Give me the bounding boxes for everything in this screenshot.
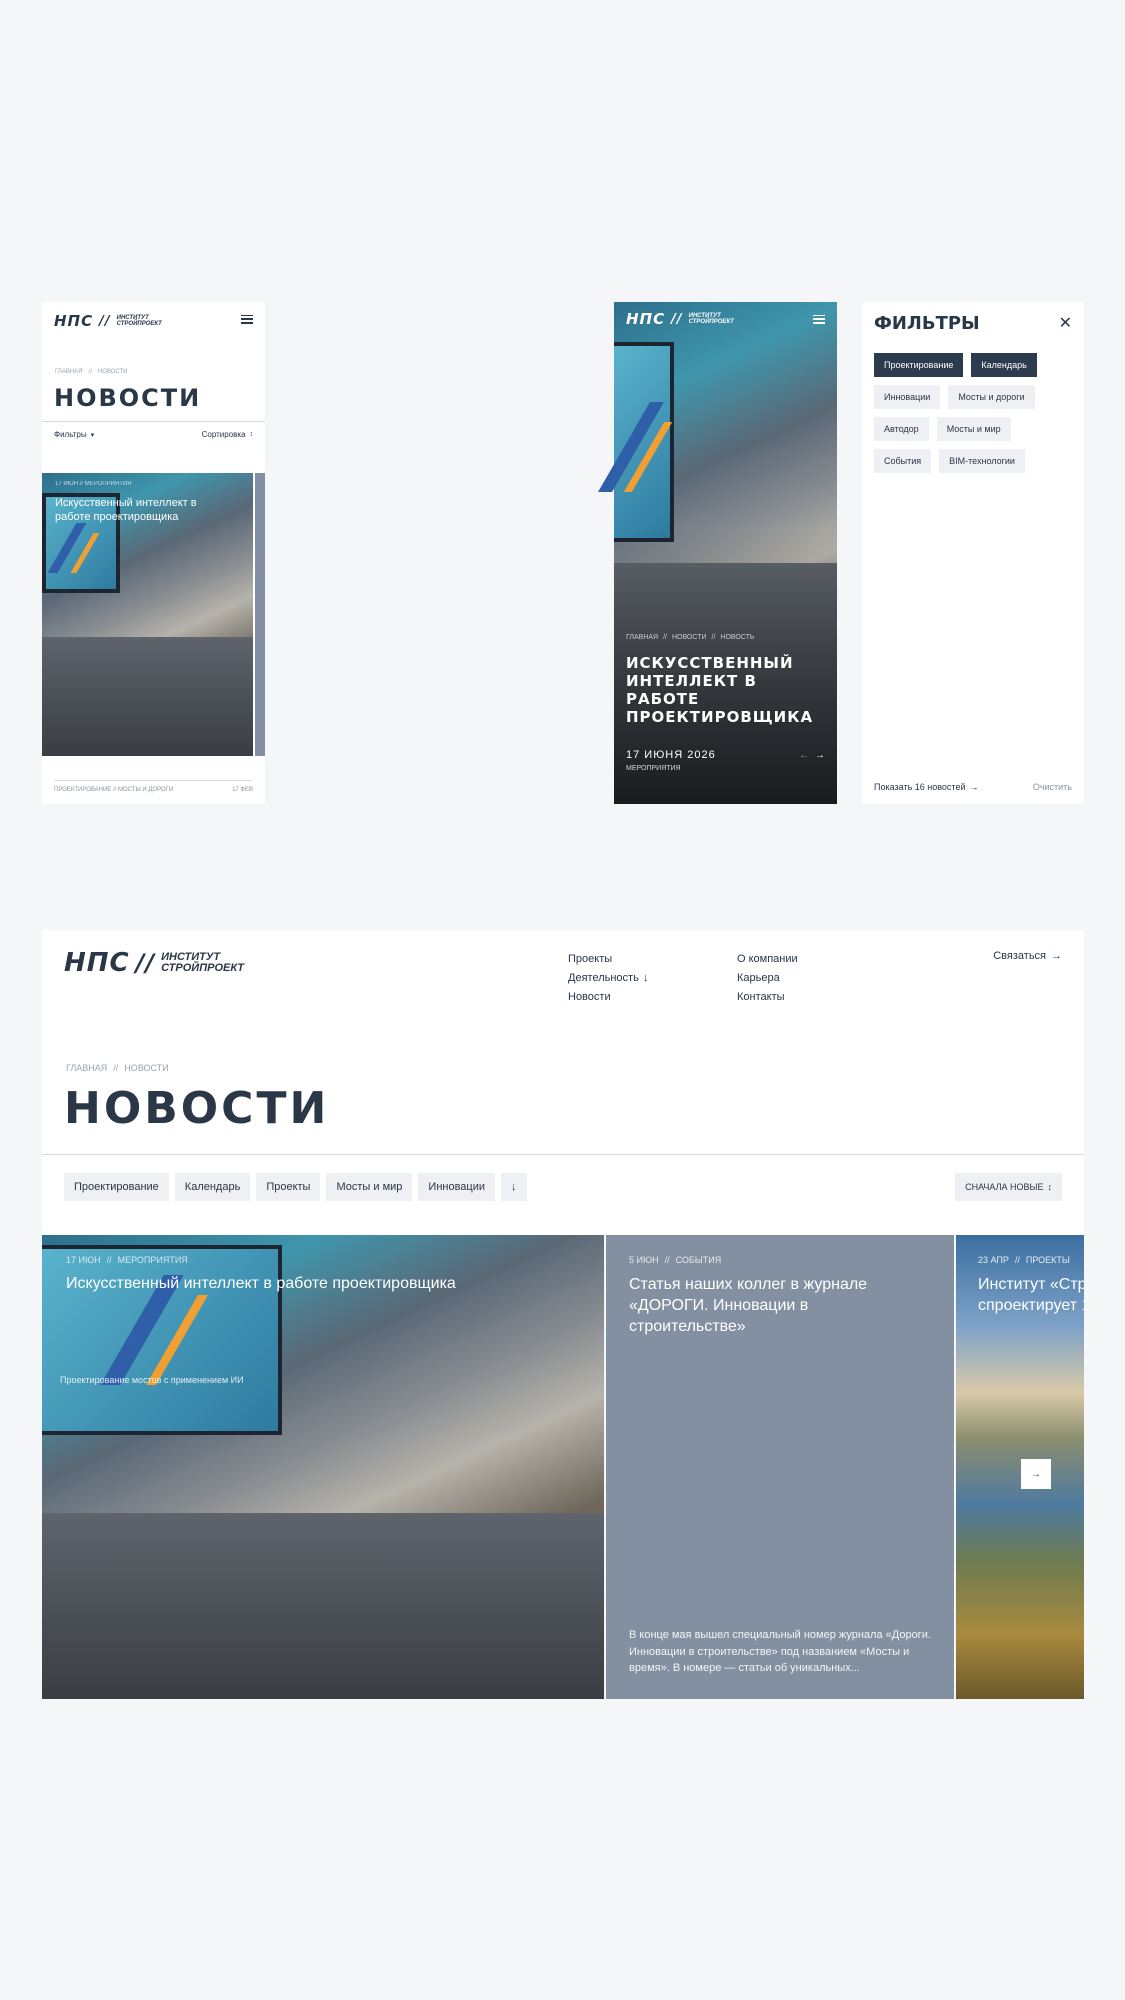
logo-mark: НПС	[64, 948, 130, 978]
logo[interactable]: НПС // ИНСТИТУТ СТРОЙПРОЕКТ	[626, 310, 734, 328]
card-meta: 17 ИЮН // МЕРОПРИЯТИЯ	[55, 481, 132, 487]
card-title: Искусственный интеллект в работе проекти…	[55, 497, 197, 524]
filters-title: ФИЛЬТРЫ	[874, 313, 980, 334]
desktop-filter-bar: Проектирование Календарь Проекты Мосты и…	[42, 1155, 1084, 1235]
card-tags: ПРОЕКТИРОВАНИЕ // МОСТЫ И ДОРОГИ	[54, 787, 174, 793]
show-results-button[interactable]: Показать 16 новостей →	[874, 782, 979, 792]
news-card[interactable]: 23 АПР//ПРОЕКТЫ Институт «Стройпроект» с…	[956, 1235, 1084, 1699]
arrow-right-icon: →	[1031, 1468, 1041, 1480]
nav-about[interactable]: О компании	[737, 950, 798, 969]
sort-button[interactable]: СНАЧАЛА НОВЫЕ ↕	[955, 1173, 1062, 1201]
arrow-down-icon: ↓	[511, 1181, 517, 1193]
page-title: НОВОСТИ	[64, 1083, 330, 1134]
prev-arrow-icon[interactable]: ←	[799, 750, 809, 761]
filter-chips: Проектирование Календарь Проекты Мосты и…	[64, 1173, 527, 1201]
more-filters-button[interactable]: ↓	[501, 1173, 527, 1201]
breadcrumb-home[interactable]: ГЛАВНАЯ	[66, 1063, 107, 1073]
breadcrumb: ГЛАВНАЯ// НОВОСТИ// НОВОСТЬ	[626, 634, 755, 641]
nav-contacts[interactable]: Контакты	[737, 988, 798, 1007]
sort-toggle[interactable]: Сортировка ↕	[202, 430, 253, 439]
arrow-right-icon: →	[969, 782, 979, 792]
filter-chips: Проектирование Календарь Инновации Мосты…	[874, 353, 1074, 473]
logo[interactable]: НПС // ИНСТИТУТ СТРОЙПРОЕКТ	[64, 948, 244, 978]
nav-col-2: О компании Карьера Контакты	[737, 950, 798, 1007]
card-title: Искусственный интеллект в работе проекти…	[66, 1275, 456, 1292]
logo[interactable]: НПС // ИНСТИТУТ СТРОЙПРОЕКТ	[54, 312, 162, 330]
mobile-article-screen: НПС // ИНСТИТУТ СТРОЙПРОЕКТ ГЛАВНАЯ// НОВ…	[598, 302, 837, 804]
close-icon[interactable]: ✕	[1059, 313, 1072, 333]
arrow-down-icon: ↓	[642, 972, 649, 984]
logo-slash: //	[671, 311, 683, 327]
filter-chip-projects[interactable]: Проекты	[256, 1173, 321, 1201]
filter-chip-calendar[interactable]: Календарь	[174, 1173, 251, 1201]
next-arrow-icon[interactable]: →	[815, 750, 825, 761]
logo-slash: //	[135, 949, 156, 977]
next-arrow-button[interactable]: →	[1021, 1459, 1051, 1489]
card-meta: 17 ИЮН//МЕРОПРИЯТИЯ	[66, 1255, 188, 1265]
card-meta: 23 АПР//ПРОЕКТЫ	[978, 1255, 1070, 1265]
nav-col-1: Проекты Деятельность ↓ Новости	[568, 950, 648, 1007]
article-category: МЕРОПРИЯТИЯ	[626, 765, 681, 772]
news-card-featured[interactable]: Проектирование мостов с применением ИИ 1…	[42, 1235, 604, 1699]
nav-news[interactable]: Новости	[568, 988, 648, 1007]
news-card[interactable]: 5 ИЮН//СОБЫТИЯ Статья наших коллег в жур…	[606, 1235, 954, 1699]
page-title: НОВОСТИ	[54, 384, 202, 412]
arrow-right-icon: →	[1051, 950, 1062, 962]
card-title: Статья наших коллег в журнале «ДОРОГИ. И…	[629, 1276, 868, 1335]
filter-chip-design[interactable]: Проектирование	[64, 1173, 169, 1201]
breadcrumb-current: НОВОСТИ	[124, 1063, 169, 1073]
news-card-image[interactable]: 17 ИЮН // МЕРОПРИЯТИЯ Искусственный инте…	[42, 473, 253, 756]
mobile-news-list-screen: НПС // ИНСТИТУТ СТРОЙПРОЕКТ ГЛАВНАЯ // НО…	[42, 302, 265, 804]
logo-text: ИНСТИТУТ СТРОЙПРОЕКТ	[161, 951, 244, 974]
breadcrumb: ГЛАВНАЯ // НОВОСТИ	[55, 369, 128, 375]
logo-text: ИНСТИТУТ СТРОЙПРОЕКТ	[116, 315, 162, 327]
menu-icon[interactable]	[813, 314, 825, 324]
breadcrumb: ГЛАВНАЯ // НОВОСТИ	[66, 1063, 169, 1073]
sort-icon: ↕	[1047, 1182, 1053, 1192]
filter-chip[interactable]: Мосты и дороги	[948, 385, 1035, 409]
filter-chip-bridges[interactable]: Мосты и мир	[326, 1173, 413, 1201]
logo-mark: НПС	[54, 312, 94, 330]
breadcrumb-current: НОВОСТИ	[97, 369, 128, 375]
filter-chip[interactable]: Календарь	[971, 353, 1037, 377]
filter-chip[interactable]: Проектирование	[874, 353, 964, 377]
filter-chip[interactable]: BIM-технологии	[939, 449, 1025, 473]
logo-text: ИНСТИТУТ СТРОЙПРОЕКТ	[688, 313, 734, 325]
card-title: Институт «Стройпроект» спроектирует 12 о…	[978, 1276, 1084, 1314]
logo-mark: НПС	[626, 310, 666, 328]
filters-toggle[interactable]: Фильтры ▾	[54, 430, 94, 439]
filter-chip[interactable]: События	[874, 449, 932, 473]
logo-slash: //	[99, 313, 111, 329]
nav-career[interactable]: Карьера	[737, 969, 798, 988]
next-card-peek[interactable]	[255, 473, 265, 756]
filters-panel: ФИЛЬТРЫ ✕ Проектирование Календарь Иннов…	[862, 302, 1084, 804]
card-excerpt: В конце мая вышел специальный номер журн…	[629, 1629, 931, 1674]
nav-activity[interactable]: Деятельность ↓	[568, 969, 648, 988]
clear-button[interactable]: Очистить	[1033, 782, 1072, 792]
contact-button[interactable]: Связаться →	[993, 950, 1062, 962]
chevron-down-icon: ▾	[90, 431, 95, 439]
nav-projects[interactable]: Проекты	[568, 950, 648, 969]
divider	[42, 421, 265, 422]
filter-chip[interactable]: Инновации	[874, 385, 941, 409]
card-date: 17 ФЕВ	[232, 787, 253, 793]
filter-chip[interactable]: Мосты и мир	[936, 417, 1011, 441]
desktop-header: НПС // ИНСТИТУТ СТРОЙПРОЕКТ Проекты Деяте…	[42, 930, 1084, 1155]
article-title: ИСКУССТВЕННЫЙ ИНТЕЛЛЕКТ В РАБОТЕ ПРОЕКТИ…	[626, 654, 814, 726]
filter-chip-innovations[interactable]: Инновации	[418, 1173, 496, 1201]
divider	[54, 780, 253, 781]
menu-icon[interactable]	[241, 314, 253, 324]
card-meta: 5 ИЮН//СОБЫТИЯ	[629, 1255, 722, 1265]
screen-caption: Проектирование мостов с применением ИИ	[60, 1375, 244, 1385]
article-date: 17 ИЮНЯ 2026	[626, 749, 716, 761]
sort-icon: ↕	[249, 431, 254, 438]
breadcrumb-home[interactable]: ГЛАВНАЯ	[55, 369, 83, 375]
filter-chip[interactable]: Автодор	[874, 417, 929, 441]
